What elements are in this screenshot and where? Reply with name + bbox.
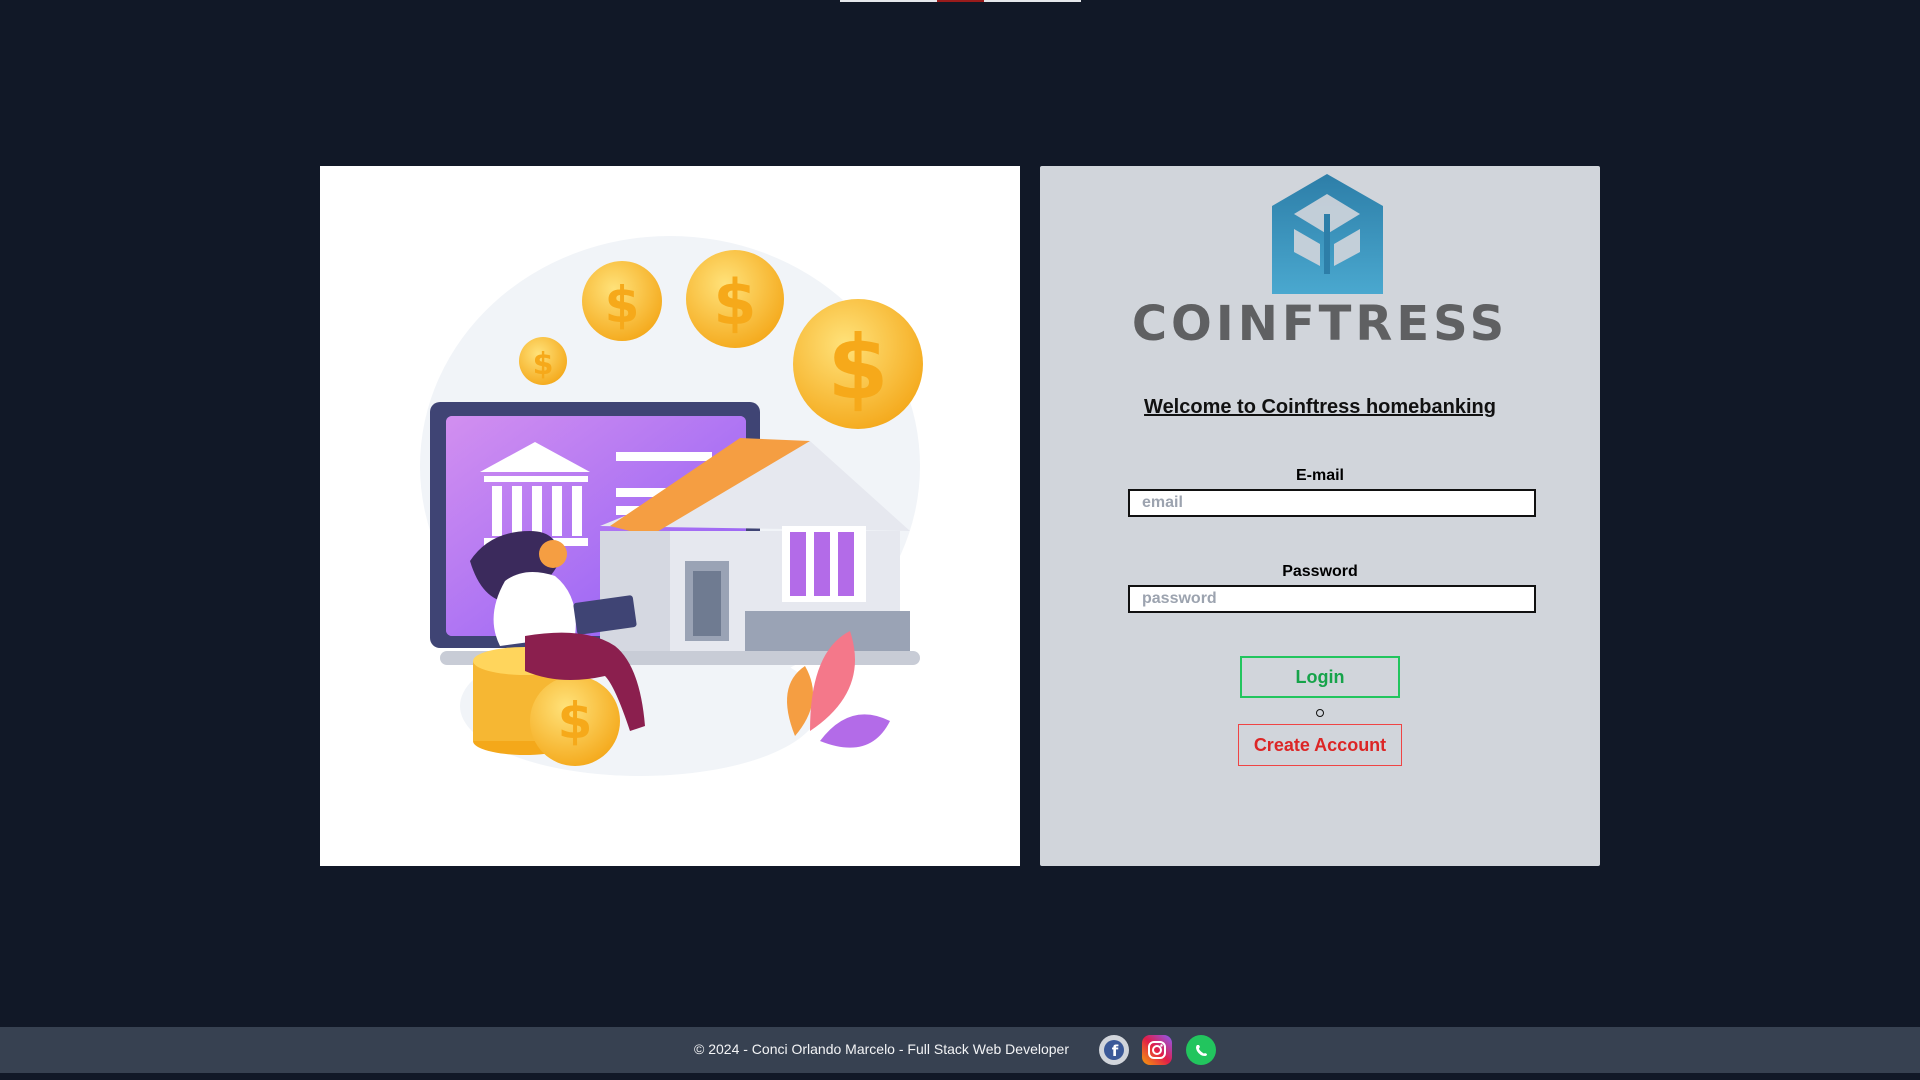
instagram-icon[interactable]	[1142, 1035, 1172, 1065]
login-panel: COINFTRESS Welcome to Coinftress homeban…	[1040, 166, 1600, 866]
email-label: E-mail	[1295, 467, 1344, 484]
whatsapp-icon[interactable]	[1186, 1035, 1216, 1065]
svg-text:$: $	[605, 276, 640, 334]
footer-copyright: © 2024 - Conci Orlando Marcelo - Full St…	[694, 1041, 1069, 1057]
svg-text:$: $	[533, 347, 554, 382]
svg-text:$: $	[558, 692, 593, 750]
password-label: Password	[1282, 563, 1358, 580]
footer: © 2024 - Conci Orlando Marcelo - Full St…	[0, 1027, 1920, 1073]
welcome-heading: Welcome to Coinftress homebanking	[1144, 396, 1496, 418]
top-progress-bar	[840, 0, 1081, 2]
banking-illustration: $ $ $ $ $	[420, 236, 923, 776]
top-progress-accent	[937, 0, 984, 2]
svg-text:$: $	[713, 266, 756, 339]
create-account-button[interactable]: Create Account	[1238, 724, 1402, 766]
svg-text:f: f	[1112, 1042, 1119, 1060]
email-field[interactable]	[1128, 489, 1536, 517]
brand-logo-text: COINFTRESS	[1131, 296, 1509, 352]
coinftress-logo-icon	[1272, 174, 1383, 294]
facebook-icon[interactable]: f	[1099, 1035, 1129, 1065]
password-field[interactable]	[1128, 585, 1536, 613]
svg-text:$: $	[827, 316, 888, 419]
separator-dot	[1316, 709, 1324, 717]
illustration-panel: $ $ $ $ $	[320, 166, 1020, 866]
login-button[interactable]: Login	[1240, 656, 1400, 698]
